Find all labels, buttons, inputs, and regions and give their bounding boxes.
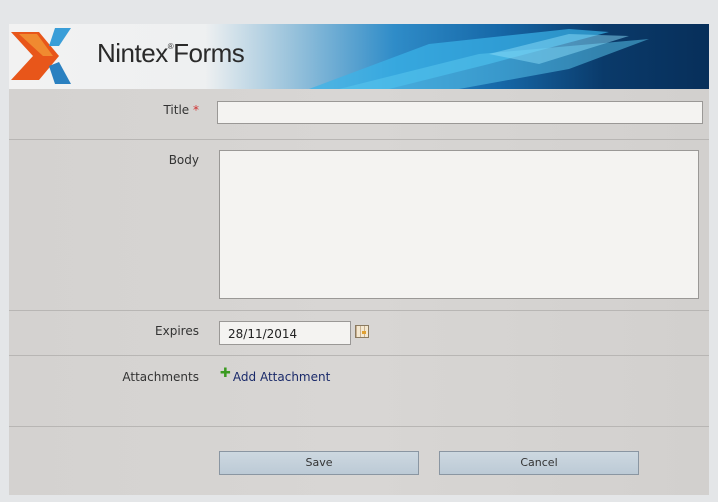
- nintex-logo-icon: [11, 28, 71, 84]
- title-label: Title *: [163, 103, 199, 117]
- divider: [9, 139, 709, 140]
- divider: [9, 310, 709, 311]
- attachments-label: Attachments: [122, 370, 199, 384]
- divider: [9, 426, 709, 427]
- divider: [9, 355, 709, 356]
- nintex-forms-banner: Nintex®Forms: [9, 24, 709, 89]
- add-attachment-label: Add Attachment: [232, 370, 331, 384]
- expires-label: Expires: [155, 324, 199, 338]
- body-label: Body: [168, 153, 199, 167]
- cancel-button[interactable]: Cancel: [439, 451, 639, 475]
- logo-text: Nintex®Forms: [97, 38, 245, 68]
- required-mark: *: [193, 103, 199, 117]
- save-button[interactable]: Save: [219, 451, 419, 475]
- plus-icon: ✚: [220, 366, 231, 381]
- expires-date-input[interactable]: 28/11/2014: [219, 321, 351, 345]
- add-attachment-link[interactable]: ✚ Add Attachment: [220, 366, 331, 385]
- calendar-icon[interactable]: [355, 325, 369, 338]
- body-textarea[interactable]: [219, 150, 699, 299]
- title-input[interactable]: [217, 101, 703, 124]
- form-panel: Title * Body Expires 28/11/2014 Attachme…: [9, 89, 709, 495]
